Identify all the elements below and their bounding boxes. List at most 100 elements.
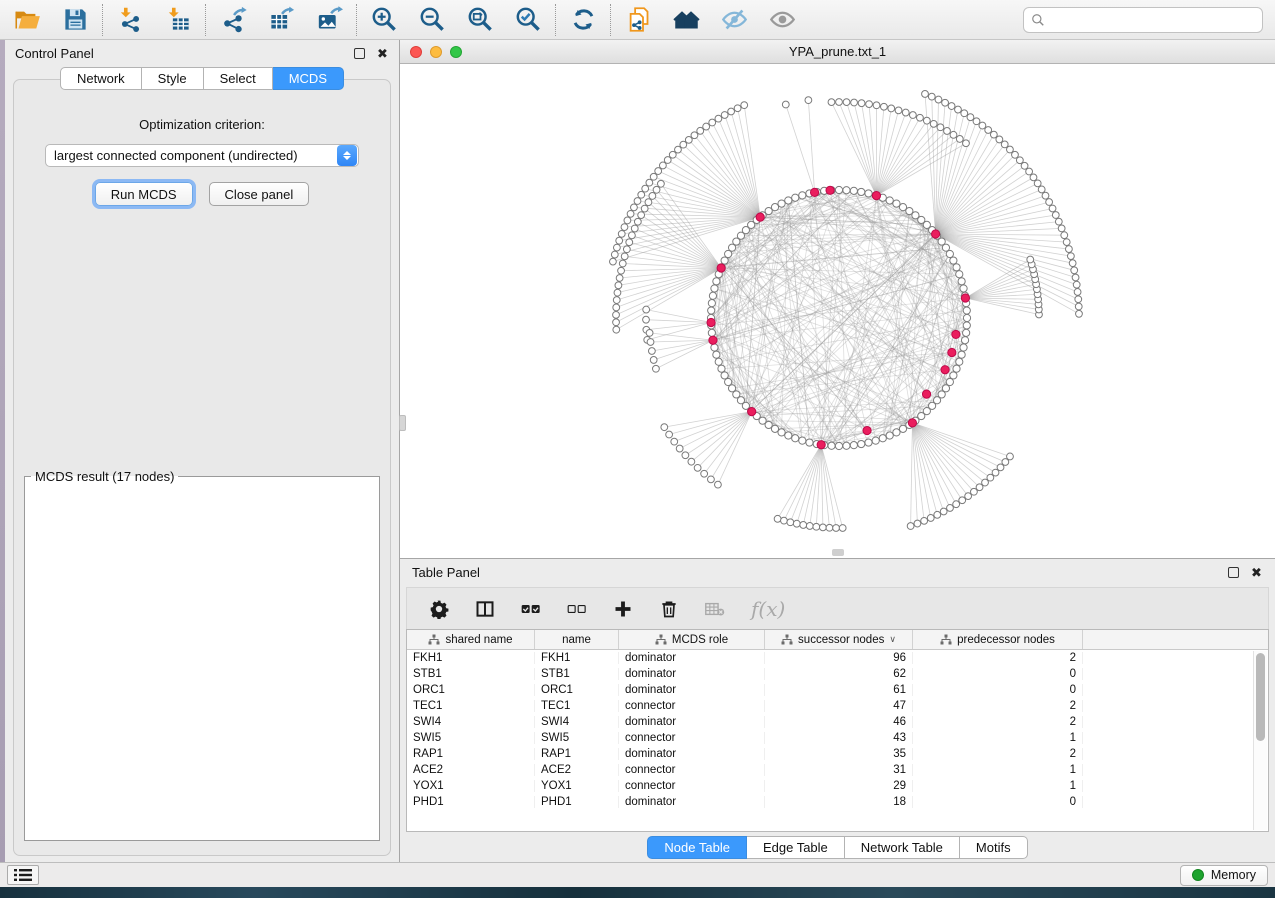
cell-mcds-role[interactable]: dominator (619, 796, 765, 808)
deselect-all-rows-button[interactable] (567, 599, 587, 619)
cell-name[interactable]: SWI5 (535, 732, 619, 744)
cell-mcds-role[interactable]: dominator (619, 652, 765, 664)
network-canvas[interactable] (400, 64, 1275, 558)
cell-predecessor-nodes[interactable]: 0 (913, 684, 1083, 696)
cell-shared-name[interactable]: TEC1 (407, 700, 535, 712)
cell-shared-name[interactable]: ACE2 (407, 764, 535, 776)
cell-predecessor-nodes[interactable]: 2 (913, 700, 1083, 712)
import-table-button[interactable] (163, 5, 193, 35)
table-row[interactable]: PHD1 PHD1 dominator 18 0 (407, 794, 1253, 810)
cell-predecessor-nodes[interactable]: 2 (913, 716, 1083, 728)
table-row[interactable]: YOX1 YOX1 connector 29 1 (407, 778, 1253, 794)
save-session-button[interactable] (60, 5, 90, 35)
cell-successor-nodes[interactable]: 46 (765, 716, 913, 728)
zoom-fit-button[interactable] (465, 5, 495, 35)
cell-successor-nodes[interactable]: 47 (765, 700, 913, 712)
show-columns-button[interactable] (475, 599, 495, 619)
log-console-button[interactable] (7, 865, 39, 885)
show-all-button[interactable] (767, 5, 797, 35)
cell-mcds-role[interactable]: dominator (619, 684, 765, 696)
column-header-successor-nodes[interactable]: successor nodes ∨ (765, 630, 913, 649)
zoom-selected-button[interactable] (513, 5, 543, 35)
new-network-from-selection-button[interactable] (623, 5, 653, 35)
search-input[interactable] (1051, 12, 1255, 27)
table-scrollbar[interactable] (1253, 651, 1267, 830)
cell-shared-name[interactable]: PHD1 (407, 796, 535, 808)
function-builder-button[interactable]: f(x) (751, 597, 785, 621)
float-table-panel-icon[interactable] (1227, 566, 1240, 579)
cell-name[interactable]: ORC1 (535, 684, 619, 696)
cell-name[interactable]: STB1 (535, 668, 619, 680)
hide-selected-button[interactable] (719, 5, 749, 35)
tab-select[interactable]: Select (204, 67, 273, 90)
cell-mcds-role[interactable]: connector (619, 780, 765, 792)
network-graph[interactable] (400, 64, 1268, 558)
cell-predecessor-nodes[interactable]: 1 (913, 732, 1083, 744)
table-row[interactable]: SWI5 SWI5 connector 43 1 (407, 730, 1253, 746)
column-header-name[interactable]: name (535, 630, 619, 649)
cell-predecessor-nodes[interactable]: 2 (913, 748, 1083, 760)
table-row[interactable]: ACE2 ACE2 connector 31 1 (407, 762, 1253, 778)
memory-button[interactable]: Memory (1180, 865, 1268, 886)
cell-name[interactable]: ACE2 (535, 764, 619, 776)
table-row[interactable]: SWI4 SWI4 dominator 46 2 (407, 714, 1253, 730)
export-table-button[interactable] (266, 5, 296, 35)
table-row[interactable]: FKH1 FKH1 dominator 96 2 (407, 650, 1253, 666)
float-panel-icon[interactable] (353, 47, 366, 60)
tab-network-table[interactable]: Network Table (845, 836, 960, 859)
table-row[interactable]: TEC1 TEC1 connector 47 2 (407, 698, 1253, 714)
import-network-button[interactable] (115, 5, 145, 35)
cell-successor-nodes[interactable]: 31 (765, 764, 913, 776)
cell-name[interactable]: PHD1 (535, 796, 619, 808)
cell-predecessor-nodes[interactable]: 0 (913, 796, 1083, 808)
cell-shared-name[interactable]: SWI5 (407, 732, 535, 744)
cell-shared-name[interactable]: ORC1 (407, 684, 535, 696)
cell-predecessor-nodes[interactable]: 0 (913, 668, 1083, 680)
cell-successor-nodes[interactable]: 35 (765, 748, 913, 760)
cell-mcds-role[interactable]: dominator (619, 716, 765, 728)
export-network-button[interactable] (218, 5, 248, 35)
cell-successor-nodes[interactable]: 43 (765, 732, 913, 744)
table-row[interactable]: ORC1 ORC1 dominator 61 0 (407, 682, 1253, 698)
tab-network[interactable]: Network (60, 67, 142, 90)
cell-predecessor-nodes[interactable]: 1 (913, 764, 1083, 776)
horizontal-splitter-handle[interactable] (832, 549, 844, 556)
close-table-panel-icon[interactable]: ✖ (1250, 566, 1263, 579)
tab-mcds[interactable]: MCDS (273, 67, 344, 90)
cell-shared-name[interactable]: FKH1 (407, 652, 535, 664)
close-panel-button[interactable]: Close panel (209, 182, 310, 206)
cell-name[interactable]: TEC1 (535, 700, 619, 712)
zoom-out-button[interactable] (417, 5, 447, 35)
cell-mcds-role[interactable]: connector (619, 732, 765, 744)
column-header-mcds-role[interactable]: MCDS role (619, 630, 765, 649)
tab-node-table[interactable]: Node Table (647, 836, 747, 859)
cell-successor-nodes[interactable]: 29 (765, 780, 913, 792)
tab-edge-table[interactable]: Edge Table (747, 836, 845, 859)
cell-successor-nodes[interactable]: 96 (765, 652, 913, 664)
vertical-splitter-handle[interactable] (399, 415, 406, 431)
cell-shared-name[interactable]: RAP1 (407, 748, 535, 760)
zoom-in-button[interactable] (369, 5, 399, 35)
network-search-box[interactable] (1023, 7, 1263, 33)
cell-mcds-role[interactable]: connector (619, 700, 765, 712)
cell-successor-nodes[interactable]: 61 (765, 684, 913, 696)
cell-predecessor-nodes[interactable]: 2 (913, 652, 1083, 664)
cell-mcds-role[interactable]: connector (619, 764, 765, 776)
cell-mcds-role[interactable]: dominator (619, 748, 765, 760)
table-settings-button[interactable] (429, 599, 449, 619)
close-panel-icon[interactable]: ✖ (376, 47, 389, 60)
cell-shared-name[interactable]: STB1 (407, 668, 535, 680)
cell-name[interactable]: FKH1 (535, 652, 619, 664)
select-all-rows-button[interactable] (521, 599, 541, 619)
cell-predecessor-nodes[interactable]: 1 (913, 780, 1083, 792)
delete-column-button[interactable] (659, 599, 679, 619)
cell-mcds-role[interactable]: dominator (619, 668, 765, 680)
tab-style[interactable]: Style (142, 67, 204, 90)
cell-successor-nodes[interactable]: 62 (765, 668, 913, 680)
table-scrollbar-thumb[interactable] (1256, 653, 1265, 741)
table-row[interactable]: STB1 STB1 dominator 62 0 (407, 666, 1253, 682)
cell-name[interactable]: SWI4 (535, 716, 619, 728)
cell-name[interactable]: YOX1 (535, 780, 619, 792)
open-session-button[interactable] (12, 5, 42, 35)
optimization-criterion-select[interactable]: largest connected component (undirected) (45, 144, 359, 167)
